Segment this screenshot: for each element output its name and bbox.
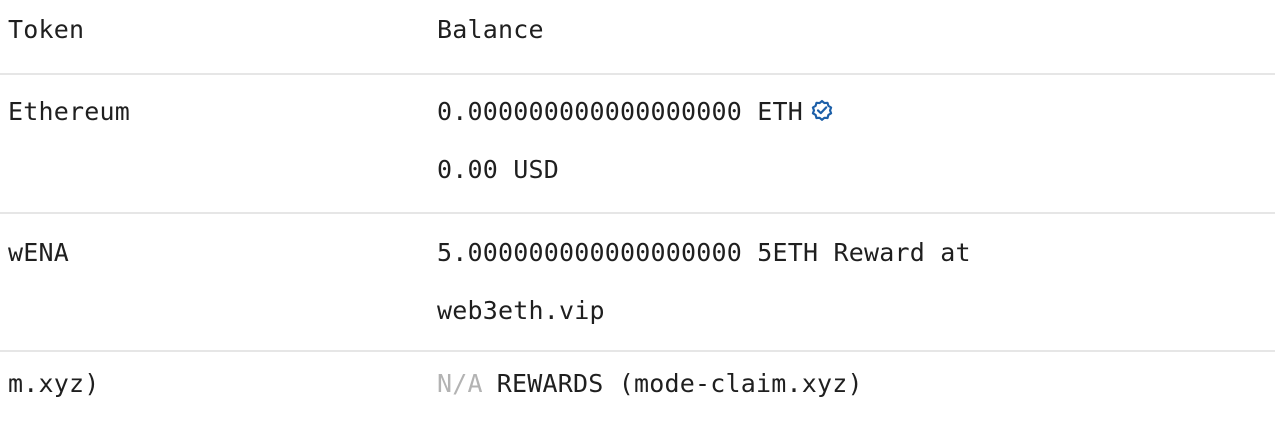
- balance-cell: 5.000000000000000000 5ETH Reward at web3…: [437, 238, 971, 326]
- column-header-balance[interactable]: Balance: [437, 15, 544, 45]
- verified-badge-icon: [811, 99, 833, 121]
- table-header: Token Balance: [0, 0, 1275, 75]
- table-row: wENA 5.000000000000000000 5ETH Reward at…: [0, 214, 1275, 352]
- token-balance-table: Token Balance Ethereum 0.000000000000000…: [0, 0, 1275, 431]
- column-header-token[interactable]: Token: [8, 15, 84, 45]
- token-name: m.xyz): [8, 369, 100, 398]
- balance-amount: 5.000000000000000000 5ETH Reward at: [437, 238, 971, 267]
- balance-fiat: 0.00 USD: [437, 155, 560, 184]
- token-name: wENA: [8, 238, 70, 267]
- balance-label: REWARDS (mode-claim.xyz): [496, 369, 863, 398]
- balance-cell: N/A REWARDS (mode-claim.xyz): [437, 369, 863, 399]
- balance-value: 0.000000000000000000 ETH: [437, 97, 804, 126]
- table-row: m.xyz) N/A REWARDS (mode-claim.xyz): [0, 352, 1275, 431]
- balance-na: N/A: [437, 369, 483, 398]
- balance-amount-continued: web3eth.vip: [437, 296, 605, 325]
- table-row: Ethereum 0.000000000000000000 ETH 0.00 U…: [0, 75, 1275, 214]
- token-name: Ethereum: [8, 97, 131, 126]
- balance-amount: 0.000000000000000000 ETH: [437, 97, 835, 155]
- balance-cell: 0.000000000000000000 ETH 0.00 USD: [437, 97, 835, 185]
